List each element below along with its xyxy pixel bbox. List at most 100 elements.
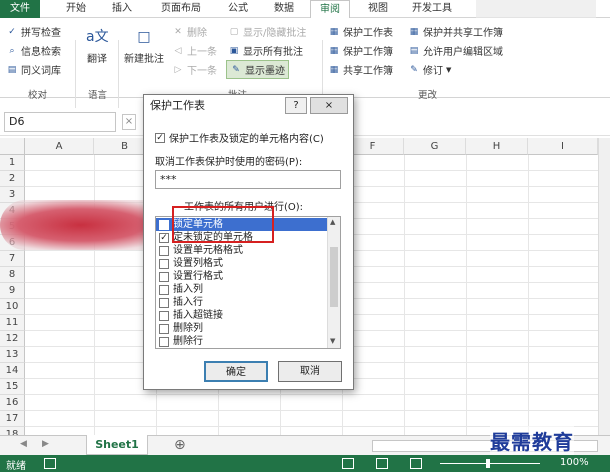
row-header[interactable]: 16 [0,395,25,411]
list-item-label: 插入列 [173,284,203,295]
cancel-formula-icon[interactable]: × [122,114,136,130]
list-item[interactable]: 设置单元格格式 [156,244,327,257]
close-button[interactable]: × [310,97,348,114]
checkbox-icon [159,258,169,269]
protect-contents-label: 保护工作表及锁定的单元格内容(C) [169,134,324,145]
checkbox-icon [159,271,169,282]
row-header[interactable]: 8 [0,267,25,283]
select-all-corner[interactable] [0,138,25,155]
page-break-view-icon[interactable] [410,458,422,469]
previous-comment-button[interactable]: ◁ 上一条 [172,43,217,59]
zoom-slider[interactable] [440,463,540,464]
list-scrollbar[interactable]: ▲ ▼ [327,217,340,348]
ink-icon: ✎ [232,64,240,75]
macro-record-icon[interactable] [44,458,56,469]
research-button[interactable]: ⌕ 信息检索 [6,43,61,59]
list-item[interactable]: 插入超链接 [156,309,327,322]
tab-page-layout[interactable]: 页面布局 [150,0,212,18]
gridline [528,155,529,435]
spelling-label: 拼写检查 [21,28,61,39]
new-comment-label: 新建批注 [124,54,164,65]
tab-review[interactable]: 审阅 [310,0,350,19]
protect-contents-checkbox[interactable]: ✓ 保护工作表及锁定的单元格内容(C) [155,130,324,145]
scroll-right-icon[interactable]: ▶ [42,439,49,449]
add-sheet-icon[interactable]: ⊕ [174,437,186,453]
row-header[interactable]: 18 [0,427,25,435]
list-item[interactable]: 删除列 [156,322,327,335]
tab-file[interactable]: 文件 [0,0,40,18]
zoom-slider-thumb[interactable] [486,459,490,468]
blurred-region [476,0,596,18]
tab-insert[interactable]: 插入 [104,0,140,18]
normal-view-icon[interactable] [342,458,354,469]
list-item[interactable]: 设置行格式 [156,270,327,283]
show-hide-comment-button[interactable]: ▢ 显示/隐藏批注 [228,24,307,40]
page-layout-view-icon[interactable] [376,458,388,469]
delete-comment-button[interactable]: ✕ 删除 [172,24,207,40]
tab-home[interactable]: 开始 [58,0,94,18]
tab-data[interactable]: 数据 [266,0,302,18]
sheet-tab-sheet1[interactable]: Sheet1 [86,435,148,455]
column-header-g[interactable]: G [404,138,466,155]
tab-formulas[interactable]: 公式 [220,0,256,18]
checkbox-icon [159,323,169,334]
protect-share-icon: ▦ [409,26,419,37]
row-header[interactable]: 2 [0,171,25,187]
row-header[interactable]: 10 [0,299,25,315]
help-button[interactable]: ? [285,97,307,114]
row-header[interactable]: 12 [0,331,25,347]
vertical-scrollbar[interactable] [598,138,610,435]
row-header[interactable]: 15 [0,379,25,395]
checkbox-icon [159,284,169,295]
row-header[interactable]: 11 [0,315,25,331]
list-item[interactable]: 删除行 [156,335,327,348]
row-header[interactable]: 7 [0,251,25,267]
protect-workbook-button[interactable]: ▦ 保护工作簿 [328,43,393,59]
track-changes-label: 修订 [423,66,443,77]
row-header[interactable]: 17 [0,411,25,427]
protect-sheet-button[interactable]: ▦ 保护工作表 [328,24,393,40]
cancel-button[interactable]: 取消 [278,361,342,382]
show-hide-comment-label: 显示/隐藏批注 [243,28,307,39]
protect-share-button[interactable]: ▦ 保护并共享工作簿 [408,24,503,40]
new-comment-button[interactable]: □ 新建批注 [124,26,164,65]
column-header-i[interactable]: I [528,138,598,155]
column-header-h[interactable]: H [466,138,528,155]
show-ink-button[interactable]: ✎ 显示墨迹 [226,60,289,79]
tab-developer[interactable]: 开发工具 [404,0,460,18]
spelling-button[interactable]: ✓ 拼写检查 [6,24,61,40]
protect-sheet-dialog: 保护工作表 ? × ✓ 保护工作表及锁定的单元格内容(C) 取消工作表保护时使用… [143,94,354,390]
next-comment-button[interactable]: ▷ 下一条 [172,62,217,78]
checkbox-icon [159,310,169,321]
password-field[interactable]: *** [155,170,341,189]
ok-button[interactable]: 确定 [204,361,268,382]
translate-button[interactable]: a文 翻译 [86,26,109,65]
name-box[interactable]: D6 [4,112,116,132]
list-item-label: 设置列格式 [173,258,223,269]
row-header[interactable]: 13 [0,347,25,363]
show-all-comments-button[interactable]: ▣ 显示所有批注 [228,43,303,59]
zoom-level: 100% [560,457,589,468]
share-workbook-button[interactable]: ▦ 共享工作簿 [328,62,393,78]
track-changes-button[interactable]: ✎ 修订 ▼ [408,62,451,78]
list-item[interactable]: 插入列 [156,283,327,296]
list-item[interactable]: 设置列格式 [156,257,327,270]
row-header[interactable]: 9 [0,283,25,299]
scroll-thumb[interactable] [330,247,338,307]
scroll-up-icon[interactable]: ▲ [330,218,335,226]
show-hide-comment-icon: ▢ [229,26,239,37]
list-item[interactable]: 插入行 [156,296,327,309]
list-item-label: 设置行格式 [173,271,223,282]
gridline [466,155,467,435]
allow-edit-ranges-button[interactable]: ▤ 允许用户编辑区域 [408,43,503,59]
tab-view[interactable]: 视图 [360,0,396,18]
translate-label: 翻译 [87,54,107,65]
scroll-down-icon[interactable]: ▼ [330,337,335,345]
row-header[interactable]: 14 [0,363,25,379]
column-header-a[interactable]: A [25,138,94,155]
gridline [94,155,95,435]
checkbox-icon [159,245,169,256]
thesaurus-button[interactable]: ▤ 同义词库 [6,62,61,78]
scroll-left-icon[interactable]: ◀ [20,439,27,449]
row-header[interactable]: 1 [0,155,25,171]
